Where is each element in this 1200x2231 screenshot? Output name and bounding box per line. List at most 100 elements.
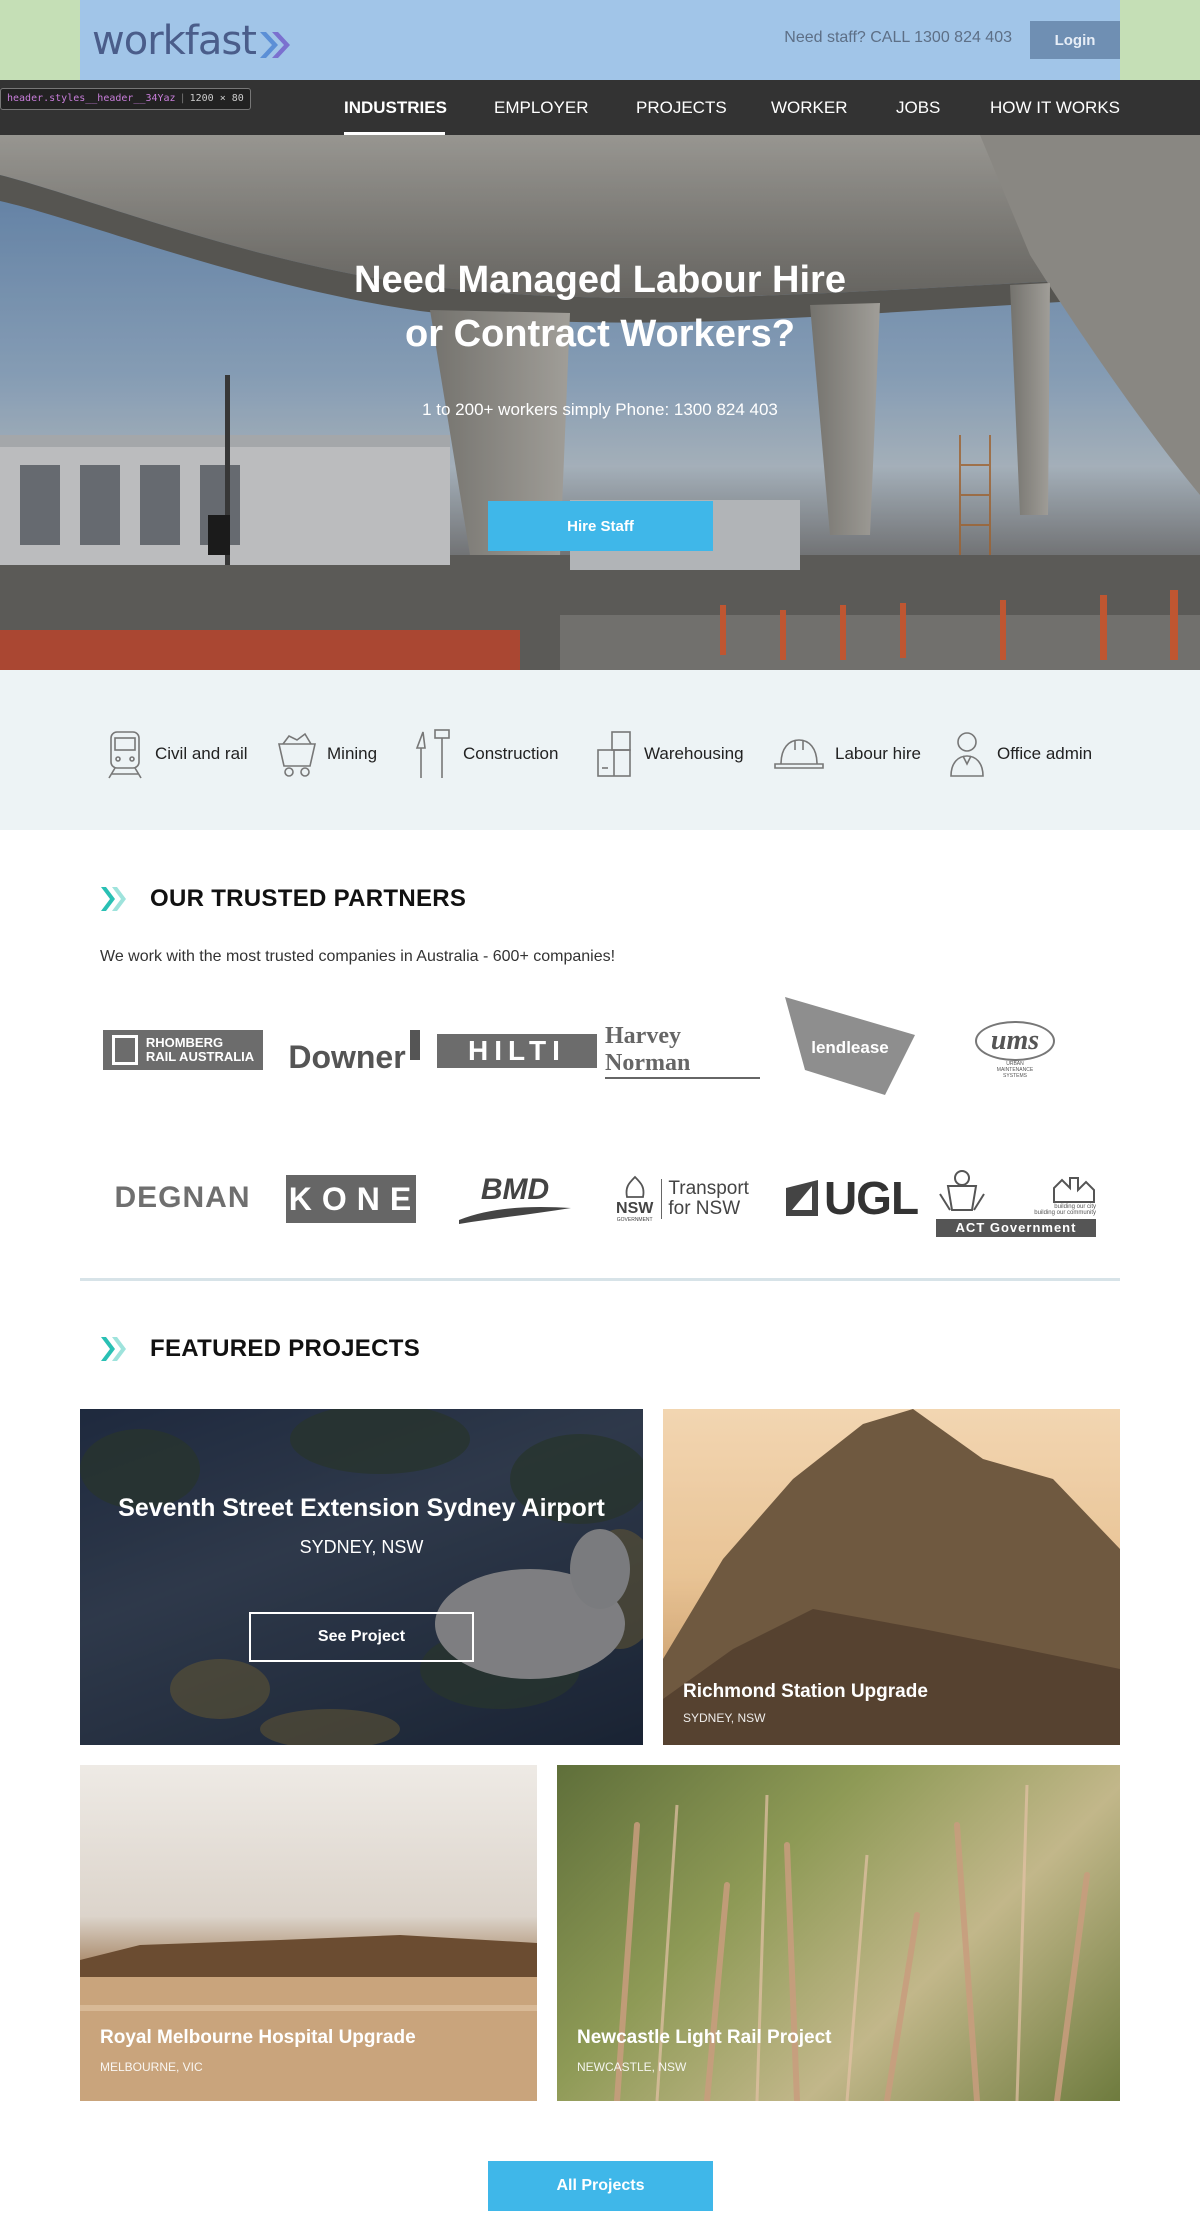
act-government-text: ACT Government	[936, 1219, 1096, 1237]
project-title: Newcastle Light Rail Project	[577, 2027, 832, 2048]
rhomberg-logo: RHOMBERG RAIL AUSTRALIA	[103, 1030, 263, 1070]
industry-civil-and-rail[interactable]: Civil and rail	[105, 726, 248, 782]
lendlease-logo: lendlease	[775, 995, 925, 1100]
partners-title: OUR TRUSTED PARTNERS	[150, 885, 467, 912]
train-icon	[108, 731, 142, 779]
degnan-logo-text: DEGNAN	[114, 1181, 251, 1214]
industry-mining[interactable]: Mining	[277, 726, 377, 782]
industry-construction[interactable]: Construction	[413, 726, 558, 782]
login-button[interactable]: Login	[1030, 21, 1120, 59]
industry-label: Office admin	[997, 744, 1093, 763]
bmd-logo: BMD	[455, 1170, 575, 1225]
projects-title: FEATURED PROJECTS	[150, 1335, 421, 1362]
project-card-newcastle-light-rail[interactable]: Newcastle Light Rail Project NEWCASTLE, …	[557, 1765, 1120, 2101]
transport-nsw-logo: NSW GOVERNMENT Transport for NSW	[605, 1170, 760, 1228]
industries-bar: Civil and rail Mining Construction Wareh…	[0, 670, 1200, 830]
logo-chevron-icon	[260, 32, 290, 58]
rhomberg-logo-text-2: RAIL AUSTRALIA	[145, 1049, 255, 1064]
industry-labour-hire[interactable]: Labour hire	[773, 726, 921, 782]
hard-hat-icon	[774, 739, 824, 769]
project-image-grass	[614, 1784, 1090, 2101]
project-location: SYDNEY, NSW	[299, 1537, 424, 1557]
industry-warehousing[interactable]: Warehousing	[594, 726, 744, 782]
industry-label: Warehousing	[644, 744, 744, 763]
project-image-goat	[80, 1409, 643, 1745]
tools-icon	[415, 729, 450, 778]
nav-jobs[interactable]: JOBS	[896, 98, 940, 118]
chevron-icon	[101, 1337, 126, 1361]
hire-staff-button[interactable]: Hire Staff	[488, 501, 713, 551]
project-card-richmond-station[interactable]: Richmond Station Upgrade SYDNEY, NSW	[663, 1409, 1120, 1745]
nav-employer[interactable]: EMPLOYER	[494, 98, 588, 118]
nav-projects[interactable]: PROJECTS	[636, 98, 727, 118]
hero-banner: Need Managed Labour Hire or Contract Wor…	[0, 135, 1200, 670]
lendlease-logo-text: lendlease	[811, 1037, 889, 1057]
main-nav: header.styles__header__34Yaz | 1200 × 80 I…	[0, 80, 1200, 135]
ugl-mark-icon	[785, 1180, 818, 1216]
nsw-logo-subtext: GOVERNMENT	[616, 1217, 653, 1223]
project-image-lake	[80, 1935, 537, 2101]
ugl-logo: UGL	[775, 1172, 927, 1224]
industry-label: Civil and rail	[155, 744, 248, 763]
boxes-icon	[597, 731, 631, 777]
project-location: NEWCASTLE, NSW	[577, 2060, 687, 2074]
project-title: Seventh Street Extension Sydney Airport	[118, 1494, 605, 1522]
nsw-logo-text: NSW	[616, 1200, 654, 1217]
mining-cart-icon	[277, 732, 317, 777]
hilti-logo-text: HILTI	[468, 1035, 566, 1066]
workfast-logo[interactable]: workfast	[92, 18, 257, 64]
industry-label: Construction	[463, 744, 559, 763]
hero-subtitle: 1 to 200+ workers simply Phone: 1300 824…	[422, 400, 778, 419]
transport-logo-text-1: Transport	[668, 1178, 749, 1199]
act-logo-text-2: building our community	[1034, 1210, 1096, 1216]
see-project-button[interactable]: See Project	[249, 1612, 474, 1662]
industry-label: Mining	[327, 744, 378, 763]
project-title: Royal Melbourne Hospital Upgrade	[100, 2027, 416, 2048]
nav-industries[interactable]: INDUSTRIES	[344, 98, 447, 118]
project-card-royal-melbourne[interactable]: Royal Melbourne Hospital Upgrade MELBOUR…	[80, 1765, 537, 2101]
transport-logo-text-2: for NSW	[668, 1198, 741, 1219]
devtools-selector: header.styles__header__34Yaz	[7, 93, 176, 104]
project-location: MELBOURNE, VIC	[100, 2060, 203, 2074]
downer-logo-text: Downer	[288, 1038, 406, 1075]
city-skyline-icon	[1053, 1177, 1095, 1203]
industry-office-admin[interactable]: Office admin	[947, 726, 1092, 782]
harvey-norman-logo-text: Harvey Norman	[605, 1023, 760, 1079]
need-staff-phone[interactable]: Need staff? CALL 1300 824 403	[784, 29, 1012, 47]
waratah-icon	[625, 1175, 645, 1198]
project-title: Richmond Station Upgrade	[683, 1681, 928, 1702]
person-icon	[950, 732, 984, 777]
partners-description: We work with the most trusted companies …	[100, 948, 616, 965]
hilti-logo: HILTI	[437, 1034, 597, 1068]
hero-title-line-1: Need Managed Labour Hire	[354, 259, 846, 301]
kone-logo-text: KONE	[288, 1180, 422, 1217]
projects-heading: FEATURED PROJECTS	[100, 1335, 420, 1363]
hero-title: Need Managed Labour Hire or Contract Wor…	[0, 253, 1200, 361]
bmd-logo-text: BMD	[480, 1172, 550, 1206]
chevron-icon	[101, 887, 126, 911]
degnan-logo: DEGNAN	[105, 1178, 260, 1218]
industry-label: Labour hire	[835, 744, 922, 763]
nav-how-it-works[interactable]: HOW IT WORKS	[990, 98, 1120, 118]
coat-of-arms-icon	[939, 1170, 985, 1211]
site-header: workfast Need staff? CALL 1300 824 403 L…	[0, 0, 1200, 80]
nav-worker[interactable]: WORKER	[771, 98, 848, 118]
downer-logo: Downer	[280, 1028, 428, 1075]
act-government-logo: building our city building our community…	[936, 1160, 1096, 1238]
rhomberg-logo-text-1: RHOMBERG	[145, 1035, 224, 1050]
ums-logo-subtext: URBAN MAINTENANCE SYSTEMS	[996, 1060, 1034, 1079]
partners-heading: OUR TRUSTED PARTNERS	[100, 885, 466, 913]
harvey-norman-logo: Harvey Norman	[605, 1023, 760, 1079]
header-inner: workfast Need staff? CALL 1300 824 403 L…	[80, 0, 1120, 80]
devtools-element-tag: header.styles__header__34Yaz | 1200 × 80	[0, 88, 251, 110]
ums-logo-text: ums	[990, 1024, 1040, 1056]
devtools-size: 1200 × 80	[189, 93, 244, 104]
all-projects-button[interactable]: All Projects	[488, 2161, 713, 2211]
project-card-seventh-street[interactable]: Seventh Street Extension Sydney Airport …	[80, 1409, 643, 1745]
ugl-logo-text: UGL	[823, 1172, 919, 1224]
section-divider	[80, 1278, 1120, 1281]
ums-logo: ums URBAN MAINTENANCE SYSTEMS	[965, 1020, 1065, 1079]
hero-title-line-2: or Contract Workers?	[405, 313, 795, 355]
kone-logo: KONE	[286, 1175, 416, 1223]
project-location: SYDNEY, NSW	[683, 1711, 766, 1725]
